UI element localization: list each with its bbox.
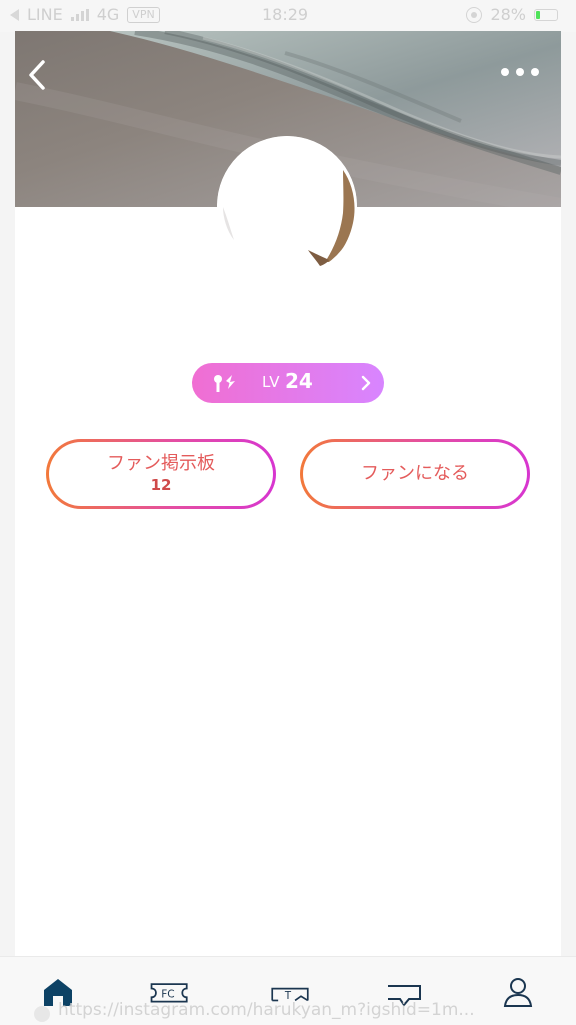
- status-bar: LINE 4G VPN 18:29 28%: [0, 0, 576, 32]
- avatar: [217, 136, 357, 276]
- fan-board-inner: ファン掲示板 12: [49, 442, 273, 506]
- key-icon: [211, 371, 239, 399]
- vpn-badge: VPN: [127, 6, 160, 23]
- level-label: LV: [262, 373, 280, 391]
- profile-card: LV 24 ファン掲示板 12 ファンになる: [15, 31, 561, 956]
- back-icon: [29, 60, 45, 90]
- more-icon: [501, 68, 539, 76]
- level-badge[interactable]: LV 24: [192, 363, 384, 403]
- link-icon: [34, 1006, 50, 1022]
- battery-label: 28%: [490, 5, 526, 24]
- back-button[interactable]: [25, 58, 51, 92]
- status-left: LINE 4G VPN: [10, 5, 160, 24]
- more-button[interactable]: [499, 65, 541, 79]
- carrier-label: LINE: [27, 5, 63, 24]
- fc-label: FC: [161, 988, 174, 1000]
- avatar-image: [217, 136, 357, 276]
- status-right: 28%: [466, 5, 558, 24]
- battery-icon: [534, 8, 558, 21]
- location-icon: [466, 6, 483, 23]
- back-triangle-icon: [10, 8, 19, 21]
- chevron-right-icon: [360, 374, 372, 396]
- level-value: 24: [285, 369, 313, 393]
- fan-board-count: 12: [150, 476, 172, 494]
- network-label: 4G: [96, 5, 120, 24]
- fan-board-button[interactable]: ファン掲示板 12: [46, 439, 276, 509]
- url-hint: https://instagram.com/harukyan_m?igshid=…: [58, 1000, 475, 1020]
- become-fan-label: ファンになる: [361, 463, 469, 484]
- battery-fill: [536, 10, 540, 19]
- become-fan-inner: ファンになる: [303, 442, 527, 506]
- fan-board-label: ファン掲示板: [107, 453, 215, 474]
- signal-icon: [70, 8, 89, 21]
- status-time: 18:29: [262, 5, 309, 24]
- become-fan-button[interactable]: ファンになる: [300, 439, 530, 509]
